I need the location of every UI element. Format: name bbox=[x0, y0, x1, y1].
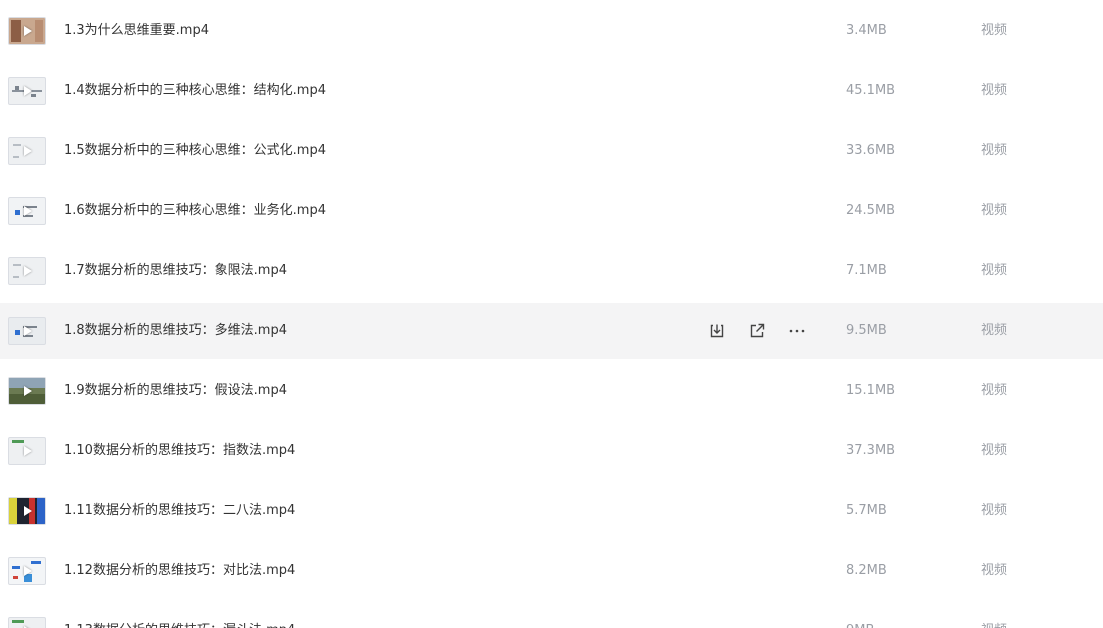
video-thumbnail[interactable] bbox=[8, 377, 46, 405]
file-name[interactable]: 1.10数据分析的思维技巧：指数法.mp4 bbox=[64, 442, 295, 460]
video-thumbnail[interactable] bbox=[8, 557, 46, 585]
thumbnail-detail bbox=[12, 566, 20, 569]
thumbnail-detail bbox=[13, 576, 18, 579]
file-row[interactable]: 1.11数据分析的思维技巧：二八法.mp4 5.7MB 视频 bbox=[0, 483, 1103, 539]
file-size: 15.1MB bbox=[846, 383, 896, 398]
file-name[interactable]: 1.4数据分析中的三种核心思维：结构化.mp4 bbox=[64, 82, 326, 100]
play-icon bbox=[24, 566, 32, 576]
video-thumbnail[interactable] bbox=[8, 77, 46, 105]
file-type: 视频 bbox=[981, 83, 1008, 98]
play-icon bbox=[24, 386, 32, 396]
thumbnail-detail bbox=[15, 210, 20, 215]
video-thumbnail[interactable] bbox=[8, 617, 46, 628]
video-thumbnail[interactable] bbox=[8, 197, 46, 225]
thumbnail-detail bbox=[13, 156, 19, 158]
file-type: 视频 bbox=[981, 383, 1008, 398]
thumbnail-detail bbox=[31, 561, 41, 564]
file-size: 7.1MB bbox=[846, 263, 887, 278]
file-row[interactable]: 1.5数据分析中的三种核心思维：公式化.mp4 33.6MB 视频 bbox=[0, 123, 1103, 179]
play-icon bbox=[24, 26, 32, 36]
thumbnail-detail bbox=[12, 620, 24, 623]
thumbnail-detail bbox=[15, 330, 20, 335]
file-row[interactable]: 1.4数据分析中的三种核心思维：结构化.mp4 45.1MB 视频 bbox=[0, 63, 1103, 119]
file-name[interactable]: 1.9数据分析的思维技巧：假设法.mp4 bbox=[64, 382, 287, 400]
thumbnail-detail bbox=[35, 20, 43, 42]
thumbnail-detail bbox=[37, 498, 45, 524]
file-row[interactable]: 1.3为什么思维重要.mp4 3.4MB 视频 bbox=[0, 3, 1103, 59]
file-size: 9.5MB bbox=[846, 323, 887, 338]
file-name[interactable]: 1.5数据分析中的三种核心思维：公式化.mp4 bbox=[64, 142, 326, 160]
file-size: 33.6MB bbox=[846, 143, 896, 158]
file-type: 视频 bbox=[981, 203, 1008, 218]
play-icon bbox=[24, 506, 32, 516]
file-type: 视频 bbox=[981, 263, 1008, 278]
file-type: 视频 bbox=[981, 563, 1008, 578]
video-thumbnail[interactable] bbox=[8, 497, 46, 525]
play-icon bbox=[24, 86, 32, 96]
play-icon bbox=[24, 206, 32, 216]
more-icon[interactable] bbox=[787, 321, 807, 341]
video-thumbnail[interactable] bbox=[8, 17, 46, 45]
file-type: 视频 bbox=[981, 443, 1008, 458]
thumbnail-detail bbox=[15, 86, 19, 90]
file-name[interactable]: 1.7数据分析的思维技巧：象限法.mp4 bbox=[64, 262, 287, 280]
play-icon bbox=[24, 446, 32, 456]
file-type: 视频 bbox=[981, 143, 1008, 158]
play-icon bbox=[24, 146, 32, 156]
file-type: 视频 bbox=[981, 23, 1008, 38]
file-name[interactable]: 1.11数据分析的思维技巧：二八法.mp4 bbox=[64, 502, 295, 520]
file-name[interactable]: 1.12数据分析的思维技巧：对比法.mp4 bbox=[64, 562, 295, 580]
file-row[interactable]: 1.12数据分析的思维技巧：对比法.mp4 8.2MB 视频 bbox=[0, 543, 1103, 599]
file-name[interactable]: 1.3为什么思维重要.mp4 bbox=[64, 22, 209, 40]
file-row[interactable]: 1.9数据分析的思维技巧：假设法.mp4 15.1MB 视频 bbox=[0, 363, 1103, 419]
video-thumbnail[interactable] bbox=[8, 137, 46, 165]
file-size: 37.3MB bbox=[846, 443, 896, 458]
play-icon bbox=[24, 266, 32, 276]
video-thumbnail[interactable] bbox=[8, 437, 46, 465]
thumbnail-detail bbox=[13, 276, 19, 278]
file-row[interactable]: 1.8数据分析的思维技巧：多维法.mp4 9.5MB 视频 bbox=[0, 303, 1103, 359]
file-row[interactable]: 1.7数据分析的思维技巧：象限法.mp4 7.1MB 视频 bbox=[0, 243, 1103, 299]
file-list: 1.3为什么思维重要.mp4 3.4MB 视频 1.4数据分析中的三种核心思维：结构化… bbox=[0, 0, 1103, 628]
file-size: 24.5MB bbox=[846, 203, 896, 218]
thumbnail-detail bbox=[13, 264, 21, 266]
file-name[interactable]: 1.8数据分析的思维技巧：多维法.mp4 bbox=[64, 322, 287, 340]
file-size: 45.1MB bbox=[846, 83, 896, 98]
video-thumbnail[interactable] bbox=[8, 257, 46, 285]
download-icon[interactable] bbox=[707, 321, 727, 341]
file-type: 视频 bbox=[981, 323, 1008, 338]
video-thumbnail[interactable] bbox=[8, 317, 46, 345]
thumbnail-detail bbox=[13, 144, 21, 146]
thumbnail-detail bbox=[9, 498, 17, 524]
file-size: 3.4MB bbox=[846, 23, 887, 38]
file-row[interactable]: 1.10数据分析的思维技巧：指数法.mp4 37.3MB 视频 bbox=[0, 423, 1103, 479]
file-size: 9MB bbox=[846, 622, 874, 628]
thumbnail-detail bbox=[11, 20, 21, 42]
play-icon bbox=[24, 326, 32, 336]
thumbnail-detail bbox=[12, 440, 24, 443]
file-row[interactable]: 1.13数据分析的思维技巧：漏斗法.mp4 9MB 视频 bbox=[0, 603, 1103, 628]
file-size: 5.7MB bbox=[846, 503, 887, 518]
file-row[interactable]: 1.6数据分析中的三种核心思维：业务化.mp4 24.5MB 视频 bbox=[0, 183, 1103, 239]
file-name[interactable]: 1.13数据分析的思维技巧：漏斗法.mp4 bbox=[64, 622, 295, 628]
file-size: 8.2MB bbox=[846, 563, 887, 578]
file-type: 视频 bbox=[981, 622, 1007, 628]
file-type: 视频 bbox=[981, 503, 1008, 518]
file-name[interactable]: 1.6数据分析中的三种核心思维：业务化.mp4 bbox=[64, 202, 326, 220]
share-icon[interactable] bbox=[747, 321, 767, 341]
